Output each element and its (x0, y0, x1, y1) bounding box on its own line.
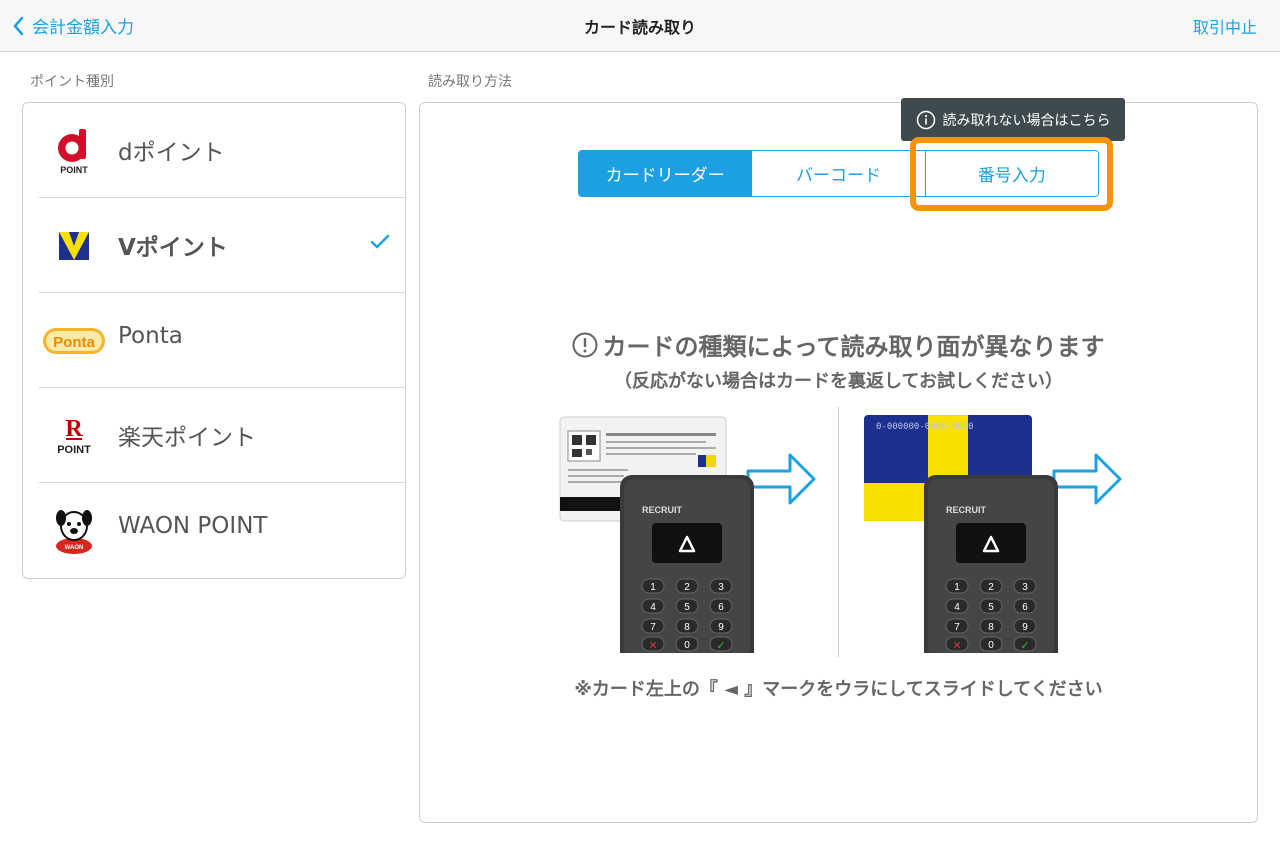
notice-title-text: カードの種類によって読み取り面が異なります (602, 333, 1105, 361)
ponta-logo-text: Ponta (53, 334, 95, 351)
svg-text:5: 5 (684, 602, 690, 613)
page-title: カード読み取り (583, 18, 696, 37)
tooltip-cannot-read: 読み取れない場合はこちら (901, 98, 1125, 141)
svg-text:8: 8 (988, 622, 994, 633)
slide-instruction: ※カード左上の『 ◄ 』マークをウラにしてスライドしてください (574, 679, 1103, 700)
svg-text:1: 1 (954, 582, 960, 593)
svg-text:4: 4 (650, 602, 656, 613)
point-label-v-point: Vポイント (118, 235, 228, 261)
point-label-d-point: dポイント (118, 140, 225, 166)
svg-text:2: 2 (988, 582, 994, 593)
svg-text:8: 8 (684, 622, 690, 633)
svg-text:7: 7 (650, 622, 656, 633)
tab-card-reader[interactable]: カードリーダー (579, 151, 752, 196)
read-method-label: 読み取り方法 (428, 74, 512, 90)
svg-text:✓: ✓ (1020, 640, 1029, 652)
notice-title: カードの種類によって読み取り面が異なります (420, 327, 1257, 362)
point-item-d-point[interactable]: POINT dポイント (39, 103, 406, 198)
svg-text:3: 3 (1022, 582, 1028, 593)
svg-text:✓: ✓ (716, 640, 725, 652)
illustration-divider (838, 407, 839, 657)
svg-text:1: 1 (650, 582, 656, 593)
point-label-ponta: Ponta (118, 323, 183, 349)
svg-text:0: 0 (988, 640, 994, 651)
read-method-panel: 読み取れない場合はこちら カードリーダー バーコード 番号入力 カードの種類によ… (419, 98, 1258, 823)
point-item-waon-point[interactable]: WAON WAON POINT (39, 483, 406, 578)
checkmark-icon (370, 234, 390, 249)
point-item-v-point[interactable]: Vポイント (39, 198, 406, 293)
svg-text:2: 2 (684, 582, 690, 593)
v-point-logo (39, 198, 109, 293)
tab-barcode[interactable]: バーコード (751, 151, 925, 196)
reader-brand-text: RECRUIT (642, 505, 683, 515)
svg-text:6: 6 (718, 602, 724, 613)
svg-text:5: 5 (988, 602, 994, 613)
ponta-logo: Ponta (39, 293, 109, 388)
reader-brand-text: RECRUIT (946, 505, 987, 515)
svg-text:✕: ✕ (648, 640, 657, 652)
svg-text:9: 9 (1022, 622, 1028, 633)
card-front-reader-illustration: 0-000000-0000-0000 RECRUIT 1 2 3 4 5 6 7 8 9 0… (864, 415, 1122, 653)
point-label-waon-point: WAON POINT (118, 513, 268, 539)
svg-text:3: 3 (718, 582, 724, 593)
point-type-label: ポイント種別 (30, 74, 114, 90)
nav-bar: 会計金額入力 カード読み取り 取引中止 (0, 0, 1280, 52)
rakuten-logo-text: POINT (57, 444, 91, 456)
d-point-logo-text: POINT (60, 165, 88, 175)
card-number-text: 0-000000-0000-0000 (876, 422, 974, 432)
card-back-reader-illustration: RECRUIT 1 2 3 4 5 6 7 8 9 0 ✕ ✓ (559, 416, 816, 653)
svg-text:✕: ✕ (952, 640, 961, 652)
exclamation-circle-icon (572, 332, 598, 357)
notice-subtitle: （反応がない場合はカードを裏返してお試しください） (614, 371, 1063, 392)
info-icon (916, 110, 935, 129)
point-label-rakuten-point: 楽天ポイント (118, 425, 256, 451)
svg-text:4: 4 (954, 602, 960, 613)
read-method-segmented-control: カードリーダー バーコード 番号入力 (578, 150, 1099, 197)
svg-text:7: 7 (954, 622, 960, 633)
point-type-list: POINT dポイント Vポイント Ponta Ponta R POINT 楽天… (22, 102, 406, 579)
cancel-transaction-button[interactable]: 取引中止 (1193, 14, 1257, 38)
waon-logo-text: WAON (65, 545, 84, 551)
point-item-rakuten-point[interactable]: R POINT 楽天ポイント (39, 388, 406, 483)
waon-point-logo: WAON (39, 483, 109, 578)
svg-text:0: 0 (684, 640, 690, 651)
rakuten-point-logo: R POINT (39, 388, 109, 483)
tab-number-input[interactable]: 番号入力 (924, 151, 1098, 196)
tooltip-text: 読み取れない場合はこちら (942, 112, 1111, 129)
svg-text:6: 6 (1022, 602, 1028, 613)
svg-text:9: 9 (718, 622, 724, 633)
point-item-ponta[interactable]: Ponta Ponta (39, 293, 406, 388)
d-point-logo: POINT (39, 103, 109, 198)
